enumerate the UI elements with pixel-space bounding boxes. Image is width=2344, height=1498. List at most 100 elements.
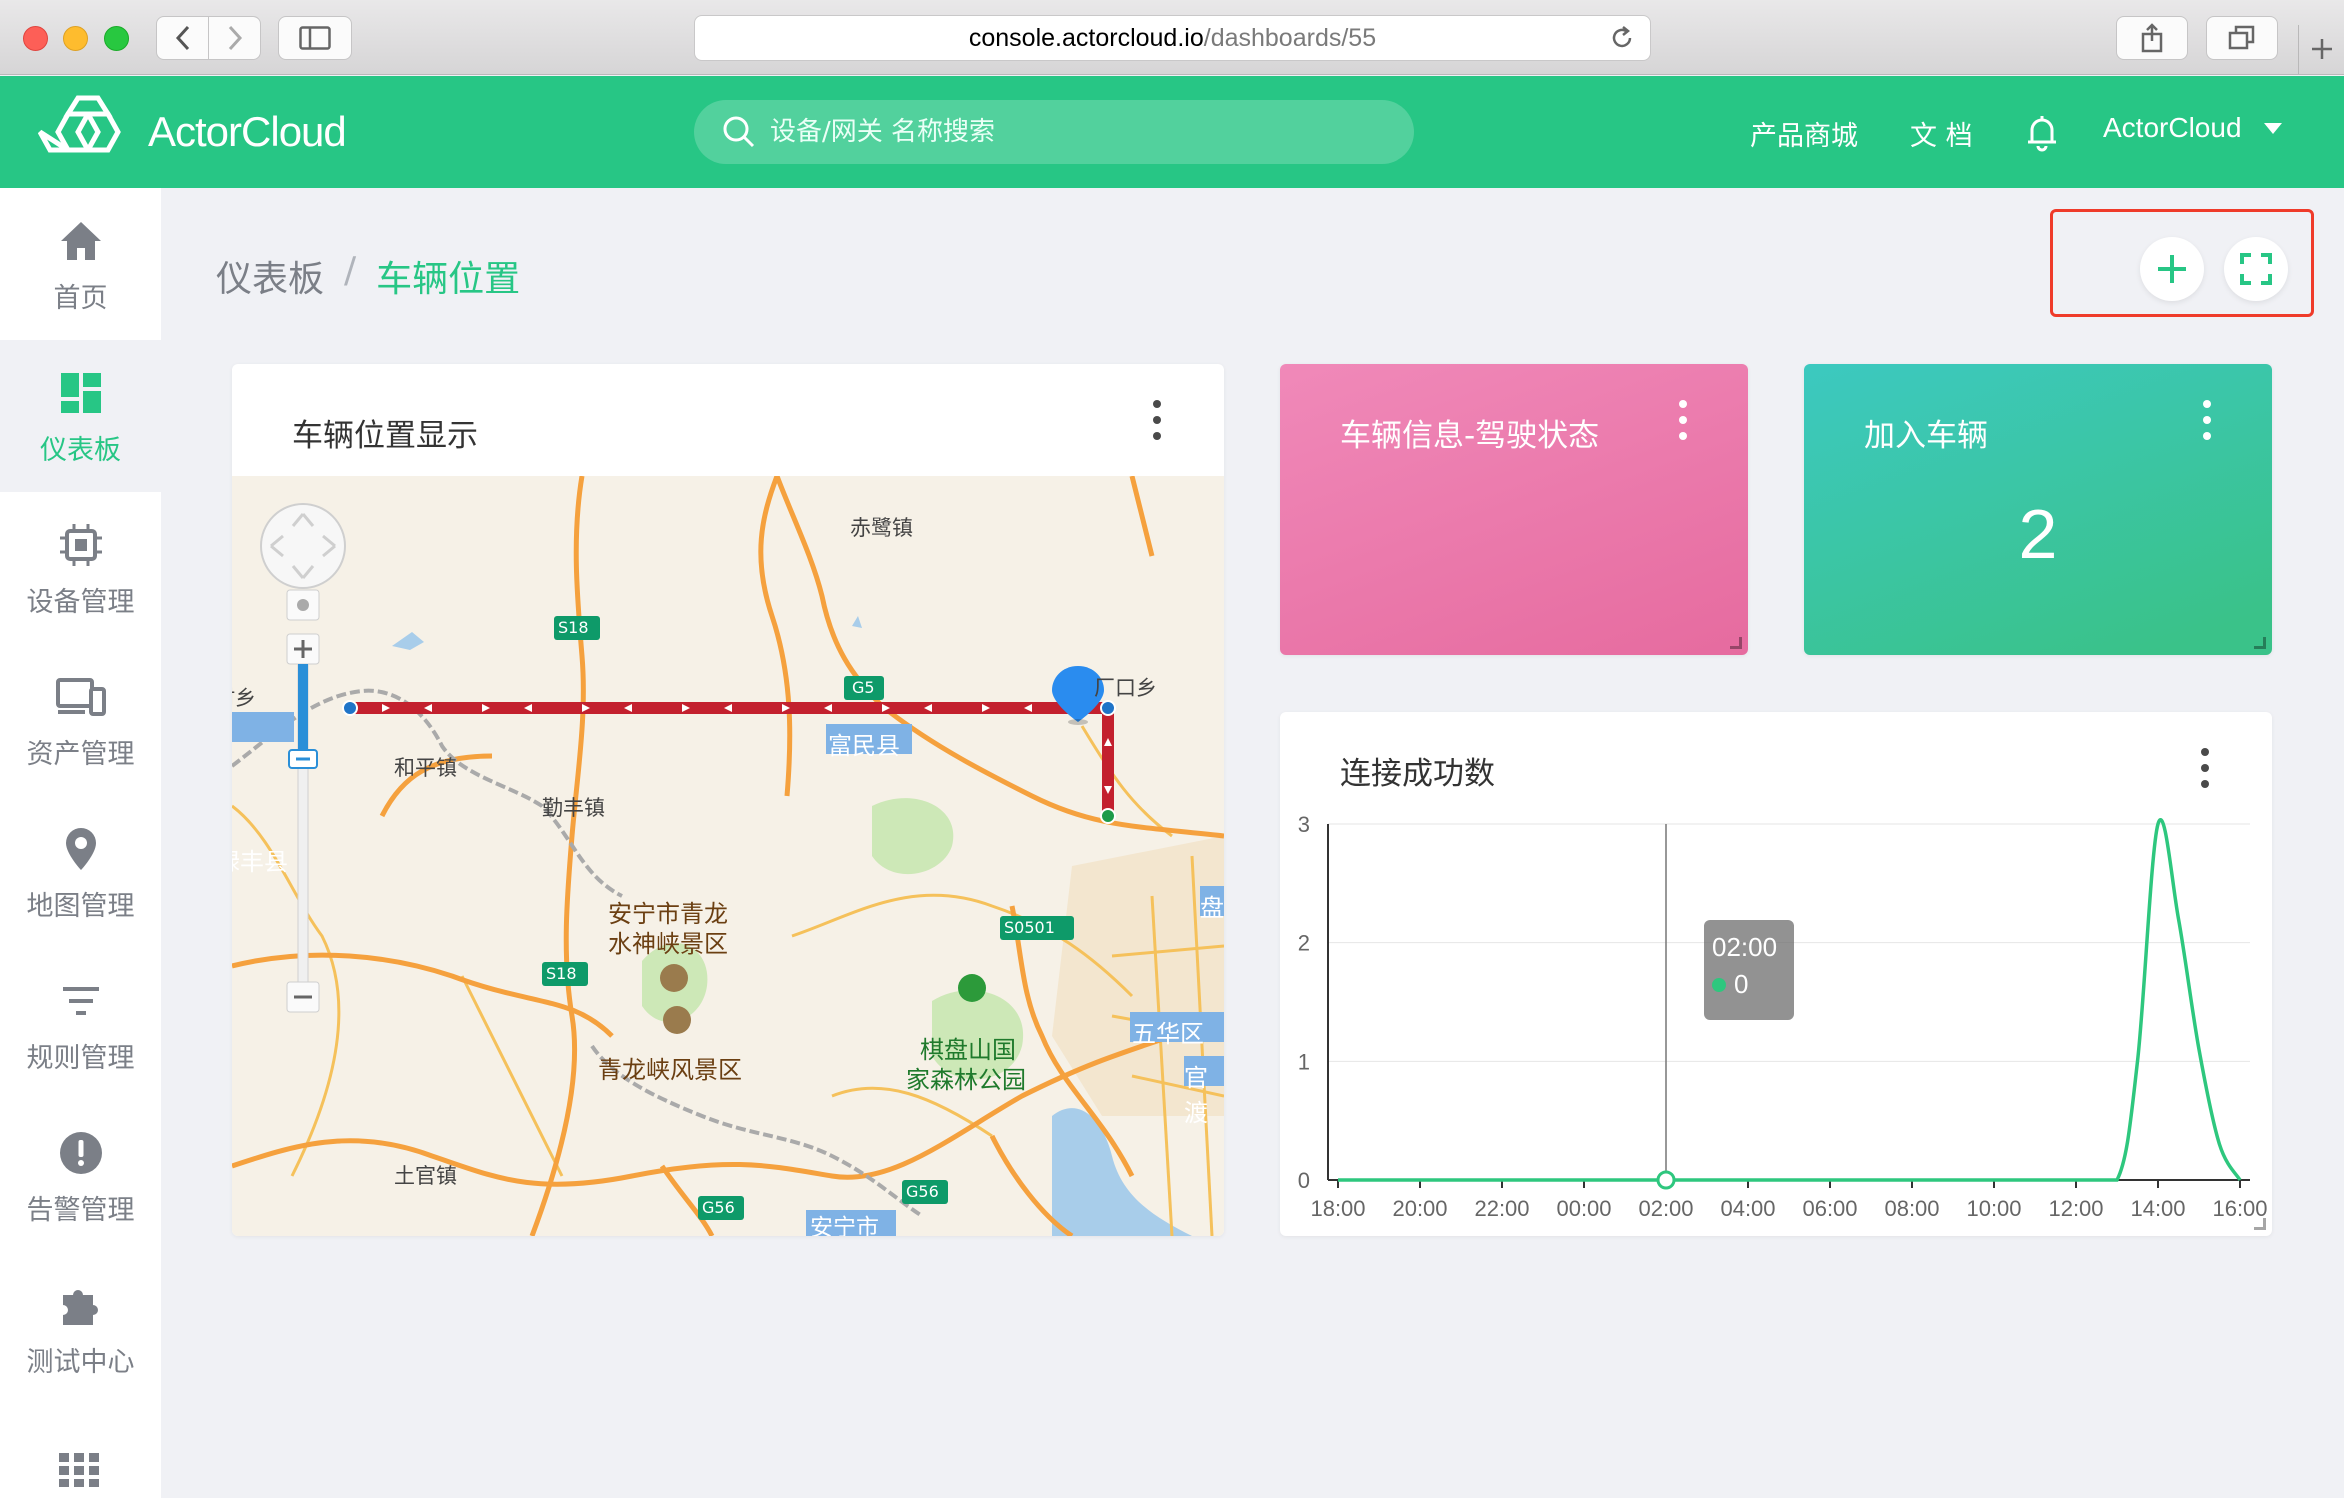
- scenic-spot-icon[interactable]: [663, 1006, 691, 1034]
- park-area: [872, 798, 954, 875]
- x-tick-label: 04:00: [1720, 1196, 1775, 1221]
- x-tick-label: 18:00: [1310, 1196, 1365, 1221]
- add-vehicle-widget: 加入车辆 2: [1804, 364, 2272, 655]
- sidebar-item-home[interactable]: 首页: [0, 188, 161, 340]
- sidebar-item-devices[interactable]: 设备管理: [0, 492, 161, 644]
- widget-menu-icon[interactable]: [1152, 400, 1162, 440]
- close-window-button[interactable]: [23, 26, 48, 51]
- x-tick-label: 08:00: [1884, 1196, 1939, 1221]
- map-canvas: [232, 476, 1224, 1236]
- scenic-spot-icon[interactable]: [660, 964, 688, 992]
- sidebar-item-assets[interactable]: 资产管理: [0, 644, 161, 796]
- notification-button[interactable]: [2022, 112, 2062, 156]
- tabs-icon: [2228, 25, 2255, 50]
- map-navigation-control: [258, 502, 348, 1022]
- back-button[interactable]: [156, 16, 209, 60]
- logo[interactable]: ActorCloud: [38, 94, 347, 170]
- widget-title: 车辆信息-驾驶状态: [1340, 418, 1600, 454]
- small-lakes: [392, 616, 862, 650]
- tabs-overview-button[interactable]: [2206, 16, 2278, 60]
- y-tick-label: 0: [1298, 1168, 1310, 1193]
- address-bar[interactable]: console.actorcloud.io/dashboards/55: [694, 15, 1651, 61]
- road-shield-label: G56: [906, 1182, 939, 1201]
- zoom-window-button[interactable]: [104, 26, 129, 51]
- sidebar-item-maps[interactable]: 地图管理: [0, 796, 161, 948]
- map-label: 厂口乡: [1094, 676, 1157, 700]
- minimize-window-button[interactable]: [63, 26, 88, 51]
- y-tick-label: 2: [1298, 931, 1310, 956]
- sidebar-icon: [299, 26, 331, 50]
- sidebar-item-dashboard[interactable]: 仪表板: [0, 340, 161, 492]
- vehicle-count: 2: [2018, 495, 2058, 573]
- product-store-link[interactable]: 产品商城: [1750, 114, 1858, 153]
- alert-icon: [58, 1126, 104, 1180]
- breadcrumb-separator: /: [344, 250, 357, 291]
- browser-toolbar: console.actorcloud.io/dashboards/55: [0, 0, 2344, 75]
- road-shield-label: G5: [852, 678, 875, 697]
- map-label: 勤丰镇: [542, 796, 605, 820]
- x-tick-label: 10:00: [1966, 1196, 2021, 1221]
- chevron-left-icon: [175, 25, 189, 51]
- map-label: 土官镇: [394, 1164, 457, 1188]
- x-tick-label: 22:00: [1474, 1196, 1529, 1221]
- user-menu[interactable]: ActorCloud: [2103, 112, 2282, 144]
- resize-handle-icon[interactable]: [2254, 1218, 2266, 1230]
- add-widget-button[interactable]: [2140, 237, 2204, 301]
- search-input[interactable]: [770, 117, 1370, 147]
- pan-control[interactable]: [260, 503, 346, 589]
- hover-point[interactable]: [1656, 1170, 1676, 1190]
- sidebar-toggle-button[interactable]: [278, 16, 352, 60]
- breadcrumb-root[interactable]: 仪表板: [216, 250, 324, 302]
- sidebar-item-label: 首页: [53, 282, 108, 314]
- marker-shadow: [1068, 719, 1088, 725]
- connections-chart-widget: 连接成功数 0 1 2 3 18:00 20:00 22:00 00:00 02:00 04:00…: [1280, 712, 2272, 1236]
- vehicle-map-widget: 车辆位置显示 赤鹭镇 厂口乡 乡 和平镇 勤丰镇 丰县 富民县 安宁市青龙 水神…: [232, 364, 1224, 1236]
- fullscreen-button[interactable]: [2224, 237, 2288, 301]
- forest-park-icon[interactable]: [958, 974, 986, 1002]
- widget-menu-icon[interactable]: [2202, 400, 2212, 440]
- apps-grid-icon[interactable]: [59, 1453, 99, 1491]
- sidebar-item-rules[interactable]: 规则管理: [0, 948, 161, 1100]
- reload-icon[interactable]: [1608, 24, 1636, 52]
- driving-status-widget: 车辆信息-驾驶状态: [1280, 364, 1748, 655]
- filter-icon: [59, 974, 103, 1028]
- search-bar[interactable]: [694, 100, 1414, 164]
- map-label: 安宁市: [810, 1215, 879, 1236]
- map-view[interactable]: 赤鹭镇 厂口乡 村乡 和平镇 勤丰镇 禄丰县 富民县 安宁市青龙 水神峡景区 青…: [232, 476, 1224, 1236]
- road-shield-label: G56: [702, 1198, 735, 1217]
- sidebar-item-label: 测试中心: [26, 1346, 135, 1378]
- map-pin-icon: [64, 822, 98, 876]
- sidebar-item-label: 仪表板: [40, 434, 121, 466]
- x-tick-label: 06:00: [1802, 1196, 1857, 1221]
- home-icon: [58, 214, 104, 268]
- sidebar-item-alerts[interactable]: 告警管理: [0, 1100, 161, 1252]
- url-path: /dashboards/55: [1203, 23, 1377, 52]
- y-tick-label: 3: [1298, 812, 1310, 837]
- sidebar-item-label: 地图管理: [26, 890, 135, 922]
- docs-link[interactable]: 文 档: [1910, 114, 1973, 153]
- x-tick-label: 20:00: [1392, 1196, 1447, 1221]
- resize-handle-icon[interactable]: [1730, 637, 1742, 649]
- chart-tooltip: 02:00 0: [1704, 920, 1794, 1020]
- sidebar-item-testing[interactable]: 测试中心: [0, 1252, 161, 1404]
- widget-menu-icon[interactable]: [1678, 400, 1688, 440]
- series-dot-icon: [1712, 977, 1726, 992]
- x-tick-label: 02:00: [1638, 1196, 1693, 1221]
- road-shield-label: S18: [546, 964, 577, 983]
- resize-handle-icon[interactable]: [2254, 637, 2266, 649]
- locate-icon: [297, 599, 309, 611]
- share-button[interactable]: [2116, 16, 2188, 60]
- map-label: 青龙峡风景区: [598, 1056, 742, 1084]
- sidebar-item-label: 资产管理: [26, 738, 135, 770]
- new-tab-button[interactable]: [2298, 25, 2344, 75]
- map-label: 盘: [1200, 894, 1224, 922]
- sidebar-item-label: 告警管理: [26, 1194, 135, 1226]
- plus-icon: [2158, 255, 2186, 283]
- forward-button[interactable]: [208, 16, 261, 60]
- hexagon-logo-icon: [38, 95, 121, 153]
- breadcrumb: 仪表板 / 车辆位置: [216, 250, 520, 302]
- chevron-right-icon: [228, 25, 242, 51]
- x-tick-label: 00:00: [1556, 1196, 1611, 1221]
- breadcrumb-current: 车辆位置: [376, 259, 521, 300]
- widget-title: 车辆位置显示: [292, 418, 478, 454]
